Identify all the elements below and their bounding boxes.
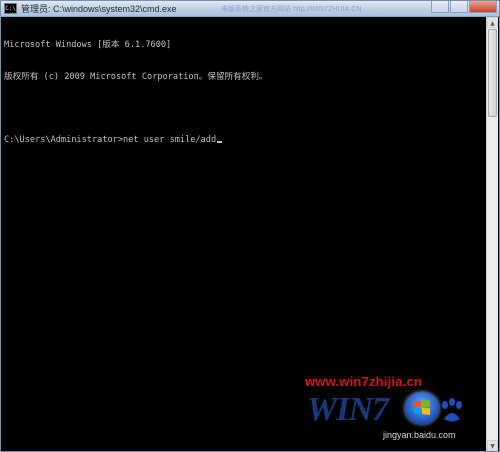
- minimize-button[interactable]: [431, 1, 449, 13]
- scrollbar-thumb[interactable]: [488, 29, 497, 117]
- cmd-icon[interactable]: C:\: [4, 3, 17, 14]
- win7-logo: WIN7: [307, 391, 389, 428]
- maximize-button[interactable]: [450, 1, 468, 13]
- console-line: Microsoft Windows [版本 6.1.7600]: [4, 40, 172, 50]
- baidu-paw-icon: [439, 397, 465, 425]
- close-button[interactable]: [469, 1, 497, 13]
- console-line: 版权所有 (c) 2009 Microsoft Corporation。保留所有…: [4, 71, 268, 82]
- arrow-up-icon[interactable]: ▲: [487, 17, 498, 28]
- watermark-url: www.win7zhijia.cn: [305, 374, 423, 389]
- text-cursor: [217, 140, 223, 143]
- title-bar[interactable]: C:\ 管理员: C:\windows\system32\cmd.exe 电脑系…: [1, 1, 499, 17]
- cmd-window: C:\ 管理员: C:\windows\system32\cmd.exe 电脑系…: [0, 0, 500, 452]
- window-controls: [430, 1, 497, 15]
- window-title: 管理员: C:\windows\system32\cmd.exe: [21, 4, 177, 14]
- watermark-domain: jingyan.baidu.com: [383, 430, 456, 440]
- windows-flag-icon: [405, 392, 439, 424]
- console-command: C:\Users\Administrator>net user smile/ad…: [4, 134, 217, 145]
- watermark: www.win7zhijia.cn WIN7 jingyan.baidu.com: [297, 371, 497, 451]
- console-prompt-line[interactable]: C:\Users\Administrator>net user smile/ad…: [4, 135, 486, 146]
- background-window-title: 电脑系统之家官方网站 http://WIN7ZHIJIA.CN: [221, 6, 362, 13]
